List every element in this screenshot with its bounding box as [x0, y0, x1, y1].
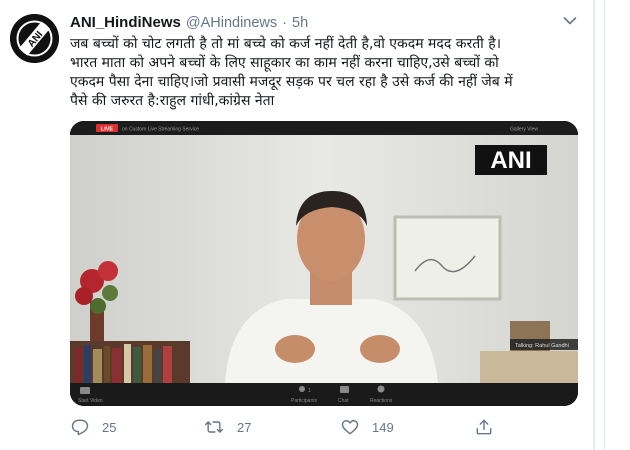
chevron-down-icon[interactable]	[563, 16, 577, 26]
talking-caption: Talking: Rahul Gandhi	[515, 343, 569, 349]
chat-icon[interactable]	[340, 386, 349, 393]
retweet-button[interactable]: 27	[203, 416, 251, 438]
reply-button[interactable]: 25	[70, 416, 116, 438]
reactions-label: Reactions	[370, 398, 393, 404]
display-name[interactable]: ANI_HindiNews	[70, 14, 181, 31]
video-media[interactable]: LIVE on Custom Live Streaming Service Ga…	[70, 121, 578, 406]
tweet-text-line: भारत माता को अपने बच्चों के लिए साहूकार …	[70, 55, 499, 71]
reply-count: 25	[102, 419, 117, 435]
divider	[604, 0, 605, 450]
heart-icon	[341, 420, 359, 435]
participants-count: 1	[308, 388, 311, 394]
start-video-label: Start Video	[78, 398, 103, 404]
share-button[interactable]	[474, 416, 494, 438]
tweet-header: ANI_HindiNews @AHindinews · 5h	[70, 14, 308, 34]
separator-dot: ·	[282, 15, 287, 31]
tweet-text: जब बच्चों को चोट लगती है तो मां बच्चे को…	[70, 35, 580, 111]
profile-avatar[interactable]: ANI	[10, 14, 59, 63]
stream-label: on Custom Live Streaming Service	[122, 127, 199, 133]
tweet-text-line: पैसे की जरुरत है:राहुल गांधी,कांग्रेस ने…	[70, 93, 275, 109]
reactions-icon[interactable]	[377, 385, 385, 393]
retweet-icon	[204, 421, 224, 433]
participants-label: Participants	[291, 398, 318, 404]
tweet-text-line: एकदम पैसा देना चाहिए।जो प्रवासी मजदूर सड…	[70, 74, 513, 90]
chat-label: Chat	[338, 398, 349, 404]
gallery-view-label: Gallery View	[510, 127, 538, 133]
timestamp[interactable]: 5h	[292, 15, 308, 31]
video-camera-icon[interactable]	[80, 387, 90, 394]
page-gutter	[595, 0, 630, 450]
tweet-text-line: जब बच्चों को चोट लगती है तो मां बच्चे को…	[70, 36, 501, 52]
video-frame: LIVE on Custom Live Streaming Service Ga…	[70, 121, 578, 406]
watermark-text: ANI	[490, 147, 531, 174]
tweet-card[interactable]: ANI ANI_HindiNews @AHindinews · 5h जब बच…	[0, 0, 594, 450]
user-handle[interactable]: @AHindinews	[186, 15, 277, 31]
like-button[interactable]: 149	[340, 416, 394, 438]
share-icon	[476, 419, 492, 435]
like-count: 149	[372, 419, 394, 435]
retweet-count: 27	[237, 419, 252, 435]
ani-logo-icon: ANI	[10, 14, 59, 63]
participants-icon[interactable]	[299, 386, 305, 392]
reply-icon	[71, 419, 89, 436]
tweet-actions: 25 27 149	[70, 416, 530, 438]
live-badge-text: LIVE	[101, 127, 114, 133]
